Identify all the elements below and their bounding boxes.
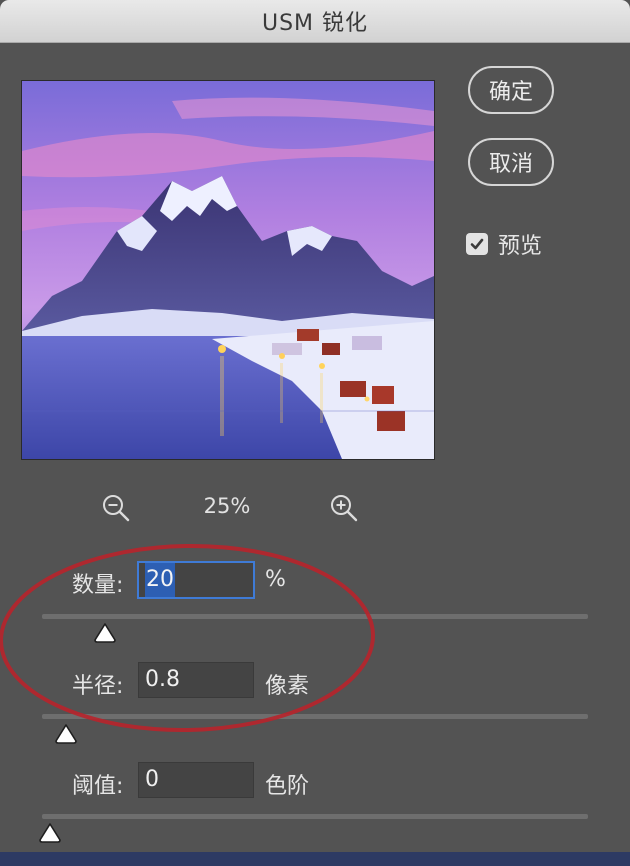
preview-scene [22, 81, 434, 459]
title-bar: USM 锐化 [0, 0, 630, 43]
threshold-value: 0 [145, 767, 159, 792]
zoom-out-icon[interactable] [101, 493, 131, 523]
preview-image[interactable] [21, 80, 435, 460]
window-title: USM 锐化 [261, 11, 369, 36]
cancel-button[interactable]: 取消 [468, 138, 554, 186]
threshold-slider-track[interactable] [42, 814, 588, 819]
zoom-in-icon[interactable] [329, 493, 359, 523]
zoom-level: 25% [203, 494, 251, 518]
checkmark-icon [470, 238, 484, 250]
preview-toggle[interactable]: 预览 [466, 228, 542, 260]
threshold-slider-thumb[interactable] [38, 823, 62, 843]
preview-checkbox[interactable] [466, 233, 488, 255]
threshold-unit: 色阶 [265, 774, 310, 799]
annotation-ellipse [0, 543, 375, 733]
underlying-canvas-strip [0, 852, 630, 866]
preview-label: 预览 [498, 234, 543, 259]
threshold-input[interactable]: 0 [138, 762, 254, 798]
ok-button[interactable]: 确定 [468, 66, 554, 114]
threshold-label: 阈值: [72, 774, 124, 799]
